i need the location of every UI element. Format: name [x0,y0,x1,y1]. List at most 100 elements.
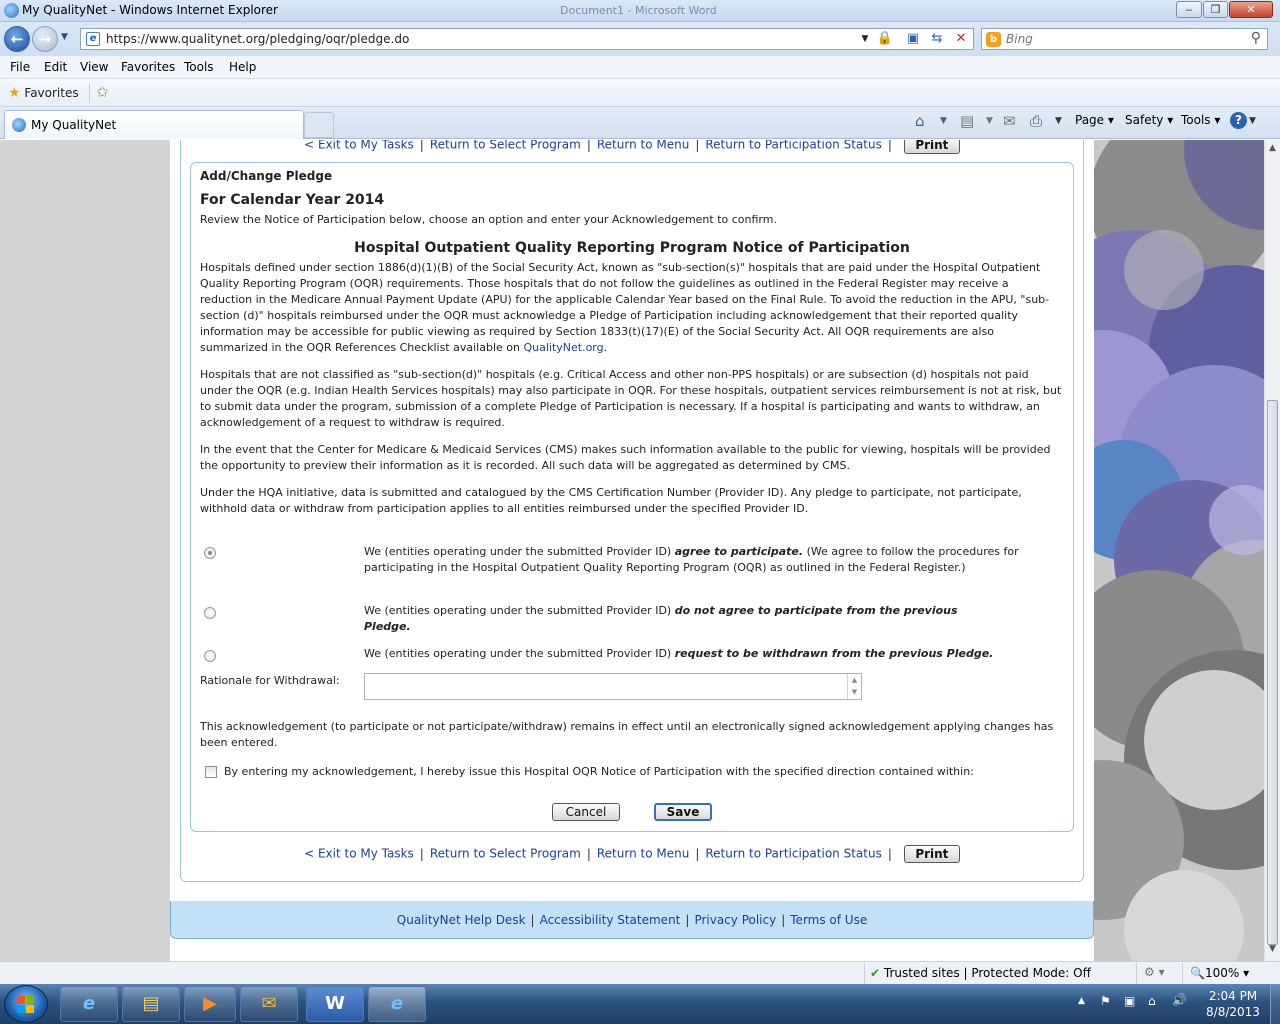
new-tab-button[interactable] [304,112,334,138]
feeds-icon[interactable]: ▤ [960,112,974,130]
scroll-thumb[interactable] [1267,400,1278,945]
maximize-button[interactable]: ❐ [1203,1,1228,18]
menu-file[interactable]: File [10,60,30,74]
calendar-year-title: For Calendar Year 2014 [200,192,385,208]
taskbar-ie-active-icon[interactable]: e [368,986,426,1022]
cancel-button[interactable]: Cancel [552,803,620,821]
start-button[interactable] [4,985,48,1023]
safety-menu[interactable]: Safety ▾ [1125,113,1173,133]
search-input[interactable] [1006,31,1236,47]
print-button-top[interactable]: Print [903,140,960,154]
save-button[interactable]: Save [654,803,712,821]
return-to-participation-status-link[interactable]: Return to Participation Status [705,140,881,152]
menu-bar: File Edit View Favorites Tools Help [0,56,1280,79]
help-desk-link[interactable]: QualityNet Help Desk [397,913,526,927]
rationale-field[interactable]: ▲ ▼ [364,673,862,700]
link-separator: | [586,140,591,152]
back-button[interactable]: ← [4,26,30,52]
forward-button[interactable]: → [32,26,58,52]
recent-pages-dropdown-icon[interactable]: ▼ [61,32,68,42]
rationale-input[interactable] [365,674,847,699]
ie-page-icon [12,118,26,132]
rationale-label: Rationale for Withdrawal: [200,674,340,687]
menu-edit[interactable]: Edit [44,60,67,74]
read-mail-icon[interactable]: ✉ [1003,112,1016,130]
favorites-separator [89,83,90,103]
scroll-down-arrow-icon[interactable]: ▼ [1267,944,1278,958]
network-icon[interactable]: ⌂ [1148,994,1156,1008]
acknowledgement-checkbox[interactable] [205,766,217,778]
vertical-scrollbar[interactable]: ▲ ▼ [1264,140,1280,961]
taskbar-word-icon[interactable]: W [306,986,364,1022]
protected-mode-icon[interactable]: ⚙ ▾ [1144,965,1165,979]
show-hidden-icons-icon[interactable]: ▲ [1078,996,1085,1006]
add-to-favorites-bar-icon[interactable]: ✩ [96,83,109,101]
lock-icon[interactable]: 🔒 [875,30,895,48]
tab-my-qualitynet[interactable]: My QualityNet [4,110,304,139]
menu-view[interactable]: View [80,60,108,74]
refresh-icon[interactable]: ⇆ [927,30,947,48]
return-to-menu-link[interactable]: Return to Menu [597,847,689,861]
menu-help[interactable]: Help [229,60,256,74]
feeds-dropdown-icon[interactable]: ▼ [986,116,993,126]
top-navigation-links: < Exit to My Tasks | Return to Select Prog… [170,140,1094,154]
stop-icon[interactable]: ✕ [951,30,971,48]
taskbar-clock[interactable]: 2:04 PM 8/8/2013 [1200,988,1266,1020]
do-not-agree-radio[interactable] [204,607,216,619]
action-center-flag-icon[interactable]: ⚑ [1100,994,1111,1008]
exit-to-my-tasks-link[interactable]: < Exit to My Tasks [304,847,414,861]
notice-paragraph-1-text: Hospitals defined under section 1886(d)(… [200,261,1050,354]
print-dropdown-icon[interactable]: ▼ [1055,116,1062,126]
minimize-button[interactable]: ‒ [1176,1,1202,18]
volume-icon[interactable]: 🔊 [1172,993,1187,1007]
accessibility-statement-link[interactable]: Accessibility Statement [540,913,681,927]
return-to-select-program-link[interactable]: Return to Select Program [430,140,581,152]
taskbar-media-player-icon[interactable]: ▶ [184,986,236,1022]
checkmark-icon: ✔ [870,966,881,980]
compatibility-view-icon[interactable]: ▣ [903,30,923,48]
print-icon[interactable]: ⎙ [1030,112,1042,130]
home-dropdown-icon[interactable]: ▼ [940,116,947,126]
withdraw-radio[interactable] [204,650,216,662]
rationale-scroll-arrows-icon[interactable]: ▲ ▼ [847,674,861,699]
address-url[interactable]: https://www.qualitynet.org/pledging/oqr/… [106,32,409,46]
close-window-button[interactable]: ✕ [1229,1,1273,18]
return-to-select-program-link[interactable]: Return to Select Program [430,847,581,861]
taskbar-outlook-icon[interactable]: ✉ [240,986,298,1022]
security-zone[interactable]: ✔ Trusted sites | Protected Mode: Off [870,966,1091,980]
link-separator: | [419,846,424,861]
address-bar[interactable]: e https://www.qualitynet.org/pledging/oq… [80,28,974,50]
qualitynet-link[interactable]: QualityNet.org [523,341,603,354]
zoom-level[interactable]: 🔍100% ▾ [1190,966,1249,980]
safety-menu-label: Safety [1125,113,1164,127]
menu-favorites[interactable]: Favorites [121,60,175,74]
option-prefix: We (entities operating under the submitt… [364,604,672,617]
device-icon[interactable]: ▣ [1124,994,1135,1008]
help-icon[interactable]: ? [1230,112,1247,129]
address-dropdown-icon[interactable]: ▼ [855,30,875,48]
agree-to-participate-radio[interactable] [204,547,216,559]
option-withdraw-emphasis: request to be withdrawn from the previou… [674,647,994,660]
link-separator: | [887,846,892,861]
link-separator: | [419,140,424,152]
tools-menu[interactable]: Tools ▾ [1181,113,1220,133]
favorites-button[interactable]: ★ Favorites [8,85,79,101]
help-dropdown-icon[interactable]: ▼ [1249,116,1256,126]
privacy-policy-link[interactable]: Privacy Policy [694,913,776,927]
menu-tools[interactable]: Tools [184,60,214,74]
page-menu[interactable]: Page ▾ [1075,113,1114,133]
return-to-participation-status-link[interactable]: Return to Participation Status [705,847,881,861]
terms-of-use-link[interactable]: Terms of Use [790,913,867,927]
search-icon[interactable]: ⚲ [1251,30,1261,46]
acknowledgement-checkbox-label[interactable]: By entering my acknowledgement, I hereby… [224,765,974,778]
exit-to-my-tasks-link[interactable]: < Exit to My Tasks [304,140,414,152]
taskbar-explorer-icon[interactable]: ▤ [122,986,180,1022]
home-icon[interactable]: ⌂ [915,112,925,130]
main-content-column: < Exit to My Tasks | Return to Select Prog… [170,140,1094,961]
return-to-menu-link[interactable]: Return to Menu [597,140,689,152]
search-box[interactable]: b ⚲ [981,28,1268,50]
show-desktop-button[interactable] [1270,984,1280,1024]
taskbar-ie-icon[interactable]: e [60,986,118,1022]
print-button-bottom[interactable]: Print [903,845,960,863]
scroll-up-arrow-icon[interactable]: ▲ [1267,143,1278,157]
